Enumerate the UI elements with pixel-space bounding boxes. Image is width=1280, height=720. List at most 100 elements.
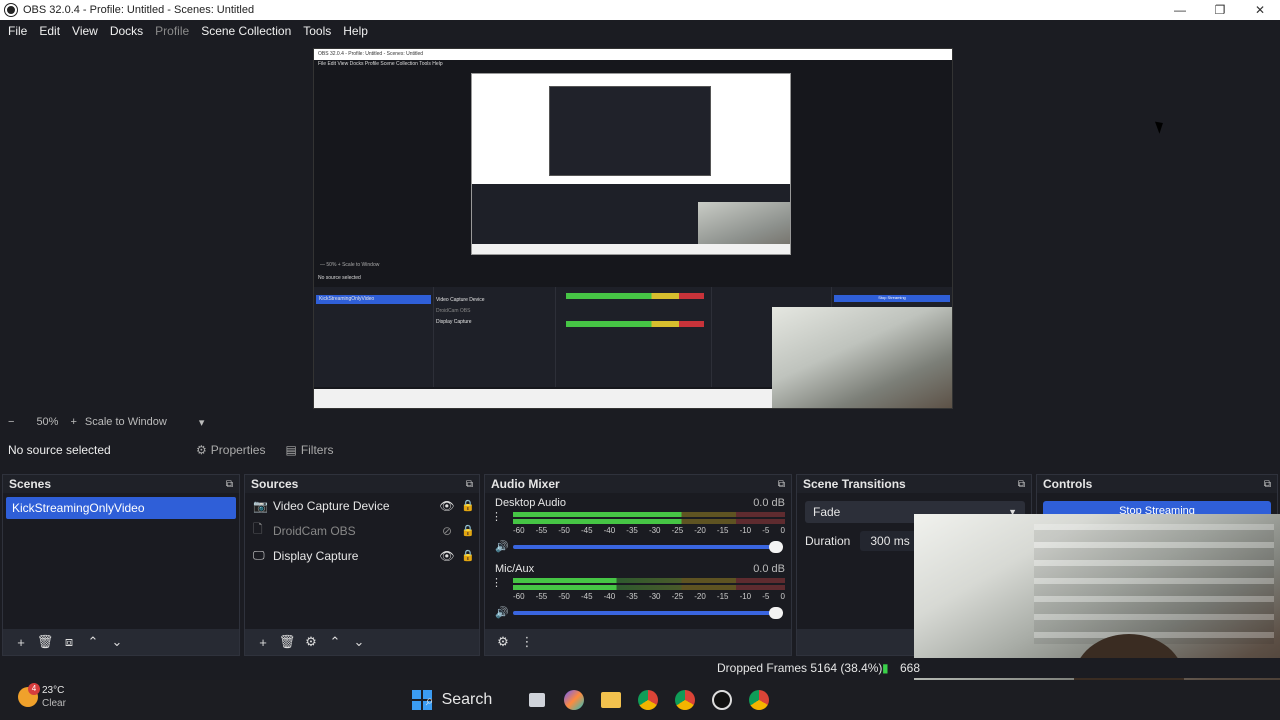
slider-knob[interactable] xyxy=(769,606,783,619)
scenes-header: Scenes ⧉ xyxy=(3,475,239,493)
nested-mixer-pane xyxy=(556,287,712,387)
preview-area[interactable]: OBS 32.0.4 - Profile: Untitled - Scenes:… xyxy=(0,42,1280,414)
advanced-audio-icon[interactable]: ⚙ xyxy=(491,634,515,650)
network-signal-icon: ▮ xyxy=(882,661,889,675)
close-button[interactable]: ✕ xyxy=(1240,0,1280,20)
taskview-icon[interactable] xyxy=(523,686,551,714)
volume-meter: -60 -55 -50 -45 -40 -35 -30 -25 -20 -15 -10 -5 0 xyxy=(513,512,785,538)
channel-menu-icon[interactable]: ⋮ xyxy=(491,512,502,523)
speaker-icon[interactable]: 🔊 xyxy=(495,540,513,553)
source-up-button[interactable]: ⌃ xyxy=(323,634,347,650)
nested-scenes-pane: KickStreamingOnlyVideo xyxy=(314,287,434,387)
undock-icon[interactable]: ⧉ xyxy=(778,479,785,490)
remove-scene-button[interactable]: 🗑 xyxy=(33,634,57,650)
filters-button[interactable]: ▤ Filters xyxy=(279,439,339,461)
zoom-level: 50% xyxy=(36,416,59,428)
menu-docks[interactable]: Docks xyxy=(104,20,149,42)
monitor-icon: 🖵 xyxy=(253,548,265,562)
zoom-in-button[interactable]: + xyxy=(70,416,76,428)
audio-mixer-dock: Audio Mixer ⧉ Desktop Audio 0.0 dB ⋮ -60… xyxy=(484,474,792,656)
duration-input[interactable]: 300 ms xyxy=(860,531,920,551)
menu-file[interactable]: File xyxy=(2,20,33,42)
audio-mixer-title: Audio Mixer xyxy=(491,477,560,491)
meter-bar-left xyxy=(513,512,785,517)
taskbar-search[interactable]: ⌕ Search xyxy=(426,686,493,714)
volume-slider[interactable] xyxy=(513,606,783,619)
channel-db: 0.0 dB xyxy=(753,563,785,575)
source-label: Video Capture Device xyxy=(273,498,390,513)
lock-icon[interactable]: 🔒 xyxy=(457,549,479,562)
source-properties-button[interactable]: ⚙ xyxy=(299,634,323,650)
scene-up-button[interactable]: ⌃ xyxy=(81,634,105,650)
source-label: DroidCam OBS xyxy=(273,523,356,538)
add-scene-button[interactable]: + xyxy=(9,635,33,650)
nested-no-source: No source selected xyxy=(318,275,361,281)
dropped-frames: Dropped Frames 5164 (38.4%) xyxy=(717,661,883,675)
menu-view[interactable]: View xyxy=(66,20,104,42)
properties-label: Properties xyxy=(210,443,266,457)
channel-name: Mic/Aux xyxy=(495,563,535,575)
minimize-button[interactable]: — xyxy=(1160,0,1200,20)
visibility-off-icon[interactable]: ⊘ xyxy=(437,524,457,538)
nested-mini-taskbar xyxy=(472,244,790,254)
scenes-list: KickStreamingOnlyVideo xyxy=(3,493,239,629)
scale-mode[interactable]: Scale to Window xyxy=(85,416,167,428)
zoom-out-button[interactable]: − xyxy=(8,416,14,428)
menu-scene-collection[interactable]: Scene Collection xyxy=(195,20,297,42)
slider-knob[interactable] xyxy=(769,540,783,553)
restore-button[interactable]: ❐ xyxy=(1200,0,1240,20)
mixer-channel-mic: Mic/Aux 0.0 dB ⋮ -60 -55 -50 -45 -40 -35 -30 -2… xyxy=(485,559,791,625)
sources-title: Sources xyxy=(251,477,299,491)
chrome-profile-icon[interactable] xyxy=(671,686,699,714)
undock-icon[interactable]: ⧉ xyxy=(1018,479,1025,490)
volume-slider[interactable] xyxy=(513,540,783,553)
menu-tools[interactable]: Tools xyxy=(297,20,337,42)
undock-icon[interactable]: ⧉ xyxy=(226,479,233,490)
source-row[interactable]: 📷 Video Capture Device 👁 🔒 xyxy=(245,493,479,518)
chrome-alt-icon[interactable] xyxy=(745,686,773,714)
bitrate-value: 668 xyxy=(900,661,921,675)
window-titlebar: OBS 32.0.4 - Profile: Untitled - Scenes:… xyxy=(0,0,1280,20)
scene-down-button[interactable]: ⌄ xyxy=(105,634,129,650)
mixer-channel-desktop: Desktop Audio 0.0 dB ⋮ -60 -55 -50 -45 -40 -3… xyxy=(485,493,791,559)
scene-filters-button[interactable]: ⧈ xyxy=(57,634,81,650)
menu-help[interactable]: Help xyxy=(337,20,374,42)
nested-scene-item: KickStreamingOnlyVideo xyxy=(316,295,431,304)
filter-icon: ▤ xyxy=(285,443,297,457)
speaker-icon[interactable]: 🔊 xyxy=(495,606,513,619)
scale-dropdown-icon[interactable]: ▾ xyxy=(199,416,205,429)
weather-widget[interactable]: 4 23°C Clear xyxy=(18,683,66,710)
menu-profile[interactable]: Profile xyxy=(149,20,195,42)
nested-menu: File Edit View Docks Profile Scene Colle… xyxy=(318,61,443,67)
visibility-eye-icon[interactable]: 👁 xyxy=(437,499,457,513)
source-row[interactable]: 🗋 DroidCam OBS ⊘ 🔒 xyxy=(245,518,479,543)
copilot-icon[interactable] xyxy=(560,686,588,714)
search-icon: ⌕ xyxy=(425,691,434,708)
chrome-icon[interactable] xyxy=(634,686,662,714)
add-source-button[interactable]: + xyxy=(251,635,275,650)
meter-bar-right xyxy=(513,519,785,524)
menu-edit[interactable]: Edit xyxy=(33,20,66,42)
filters-label: Filters xyxy=(300,443,334,457)
lock-icon[interactable]: 🔒 xyxy=(457,499,479,512)
gear-icon: ⚙ xyxy=(196,443,207,457)
visibility-eye-icon[interactable]: 👁 xyxy=(437,549,457,563)
lock-icon[interactable]: 🔒 xyxy=(457,524,479,537)
search-label: Search xyxy=(441,691,493,708)
volume-meter: -60 -55 -50 -45 -40 -35 -30 -25 -20 -15 -10 -5 0 xyxy=(513,578,785,604)
undock-icon[interactable]: ⧉ xyxy=(466,479,473,490)
transition-value: Fade xyxy=(813,505,841,519)
scene-item[interactable]: KickStreamingOnlyVideo xyxy=(6,497,236,519)
obs-taskbar-icon[interactable] xyxy=(708,686,736,714)
window-controls: — ❐ ✕ xyxy=(1160,0,1280,20)
remove-source-button[interactable]: 🗑 xyxy=(275,634,299,650)
source-row[interactable]: 🖵 Display Capture 👁 🔒 xyxy=(245,543,479,568)
source-down-button[interactable]: ⌄ xyxy=(347,634,371,650)
undock-icon[interactable]: ⧉ xyxy=(1264,479,1271,490)
mixer-menu-icon[interactable]: ⋮ xyxy=(515,634,539,650)
mixer-toolbar: ⚙ ⋮ xyxy=(485,629,791,655)
preview-canvas[interactable]: OBS 32.0.4 - Profile: Untitled - Scenes:… xyxy=(313,48,953,409)
properties-button[interactable]: ⚙ Properties xyxy=(190,439,271,461)
file-explorer-icon[interactable] xyxy=(597,686,625,714)
channel-menu-icon[interactable]: ⋮ xyxy=(491,578,502,589)
